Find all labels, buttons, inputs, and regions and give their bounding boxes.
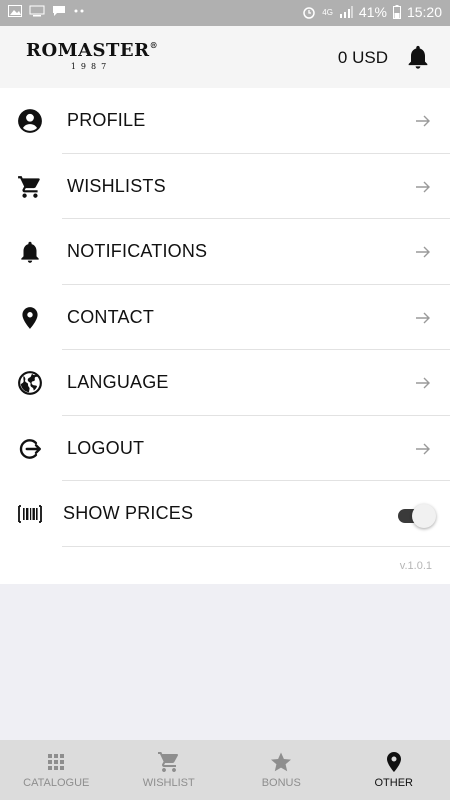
menu-item-wishlists[interactable]: WISHLISTS: [0, 154, 450, 219]
arrow-right-icon: [416, 115, 430, 127]
tab-wishlist[interactable]: WISHLIST: [113, 740, 226, 800]
cart-icon: [18, 175, 40, 198]
toggle-knob: [412, 504, 436, 528]
bell-icon: [21, 241, 39, 263]
menu-item-label: CONTACT: [67, 306, 155, 327]
grid-icon: [48, 754, 65, 770]
status-bar: 4G 41% 15:20: [0, 0, 450, 26]
tab-label: WISHLIST: [142, 777, 195, 789]
menu-item-contact[interactable]: CONTACT: [0, 285, 450, 350]
logo-reg-mark: ®: [149, 40, 159, 50]
logo-name: ROMASTER: [26, 40, 150, 61]
show-prices-toggle[interactable]: [398, 503, 436, 528]
status-notifications: [8, 5, 85, 17]
tab-label: BONUS: [261, 777, 301, 789]
star-icon: [271, 752, 292, 772]
arrow-right-icon: [416, 377, 430, 389]
bottom-tab-bar: CATALOGUE WISHLIST BONUS OTHER: [0, 740, 450, 800]
signal-icon: [339, 6, 353, 18]
romaster-logo[interactable]: ROMASTER® 1987: [26, 40, 159, 71]
screen-cast-icon: [29, 5, 45, 17]
tab-label: CATALOGUE: [23, 777, 90, 789]
menu-item-profile[interactable]: PROFILE: [0, 88, 450, 154]
battery-icon: [392, 5, 401, 19]
menu-item-label: SHOW PRICES: [63, 503, 194, 523]
app-header: ROMASTER® 1987 0 USD: [0, 26, 450, 88]
menu-item-notifications[interactable]: NOTIFICATIONS: [0, 219, 450, 285]
menu-item-logout[interactable]: LOGOUT: [0, 416, 450, 481]
menu-item-language[interactable]: LANGUAGE: [0, 350, 450, 416]
arrow-right-icon: [416, 246, 430, 258]
balance-display[interactable]: 0 USD: [338, 48, 388, 68]
alarm-icon: [303, 7, 315, 19]
menu-item-show-prices: SHOW PRICES: [0, 481, 450, 547]
tab-other[interactable]: OTHER: [338, 740, 450, 800]
logout-icon: [19, 438, 41, 459]
network-type: 4G: [322, 7, 333, 17]
menu-item-label: WISHLISTS: [67, 175, 166, 196]
cart-icon: [157, 752, 178, 772]
arrow-right-icon: [416, 181, 430, 192]
location-pin-icon: [386, 752, 401, 772]
more-notifications-icon: [74, 9, 84, 13]
menu-item-label: PROFILE: [67, 110, 146, 130]
tab-label: OTHER: [374, 777, 414, 789]
arrow-right-icon: [416, 312, 430, 323]
app-version: v.1.0.1: [399, 560, 432, 572]
settings-menu: PROFILE WISHLISTS NOTIFICATIONS CONTACT …: [0, 88, 450, 584]
divider: [62, 545, 450, 547]
profile-icon: [18, 109, 42, 133]
menu-item-label: LANGUAGE: [67, 372, 169, 392]
gallery-icon: [8, 5, 22, 17]
logo-year: 1987: [70, 62, 112, 71]
status-system: 4G 41% 15:20: [302, 4, 442, 20]
tab-catalogue[interactable]: CATALOGUE: [0, 740, 113, 800]
clock: 15:20: [406, 4, 442, 20]
arrow-right-icon: [416, 443, 430, 454]
globe-icon: [18, 371, 42, 395]
tab-bonus[interactable]: BONUS: [225, 740, 338, 800]
message-icon: [53, 6, 65, 16]
battery-percent: 41%: [358, 4, 387, 20]
barcode-icon: [18, 505, 42, 523]
bell-icon[interactable]: [404, 43, 432, 71]
location-pin-icon: [22, 306, 38, 329]
menu-item-label: LOGOUT: [67, 437, 145, 458]
menu-item-label: NOTIFICATIONS: [67, 241, 208, 261]
